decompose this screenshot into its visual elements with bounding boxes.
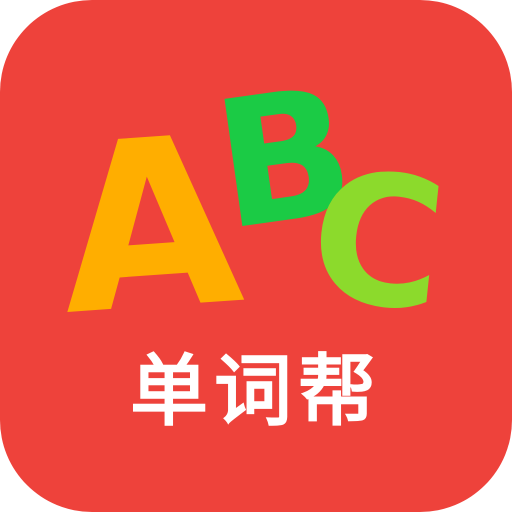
letter-c: C <box>301 131 454 353</box>
app-name: 单词帮 <box>129 347 382 437</box>
app-icon[interactable]: A B C 单词帮 <box>0 0 512 512</box>
